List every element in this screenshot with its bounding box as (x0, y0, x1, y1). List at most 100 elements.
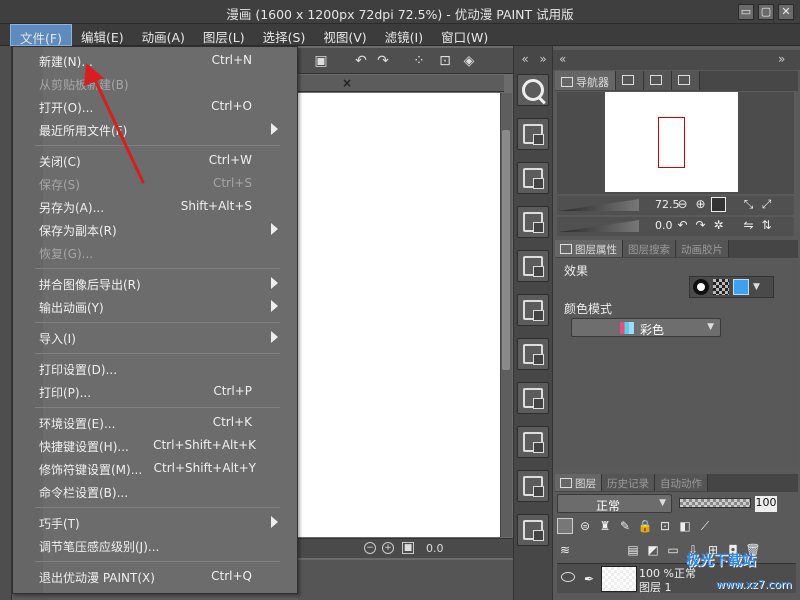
clip-icon[interactable]: ⊜ (577, 518, 593, 534)
menu-item-exit[interactable]: 退出优动漫 PAINT(X) Ctrl+Q (39, 566, 284, 588)
tab-info[interactable] (672, 71, 700, 90)
menu-item-save-copy[interactable]: 保存为副本(R) (39, 219, 284, 241)
collapse-right-icon[interactable]: » (534, 52, 552, 66)
rotate-right-icon[interactable]: ↷ (693, 218, 708, 233)
collapse-left-icon[interactable]: « (516, 52, 534, 66)
tab-auto-action[interactable]: 自动动作 (655, 474, 708, 491)
menu-item-smart-hand[interactable]: 巧手(T) (39, 512, 284, 534)
material-button-5[interactable] (517, 294, 549, 326)
new-raster-layer-icon[interactable]: ▤ (625, 542, 641, 558)
menu-file[interactable]: 文件(F) (10, 24, 72, 46)
tab-history[interactable]: 历史记录 (602, 474, 655, 491)
blend-mode-select[interactable]: 正常 ▼ (557, 494, 672, 513)
actual-size-icon[interactable] (711, 197, 726, 212)
tab-search[interactable] (644, 71, 672, 90)
collapse-right-icon[interactable]: » (778, 52, 785, 66)
tab-layer[interactable]: 图层 (555, 474, 602, 491)
zoom-slider[interactable] (559, 199, 639, 211)
menu-item-shortcut-settings[interactable]: 快捷键设置(H)... Ctrl+Shift+Alt+K (39, 435, 284, 457)
mask-icon[interactable]: ◧ (677, 518, 693, 534)
layer-color-icon[interactable] (733, 279, 749, 295)
material-button-8[interactable] (517, 426, 549, 458)
material-button-10[interactable] (517, 514, 549, 546)
menu-item-print-settings[interactable]: 打印设置(D)... (39, 358, 284, 380)
visibility-eye-icon[interactable] (561, 572, 575, 582)
border-effect-icon[interactable] (693, 279, 709, 295)
material-button-4[interactable] (517, 250, 549, 282)
lock-alpha-icon[interactable]: ⊡ (657, 518, 673, 534)
menu-item-print[interactable]: 打印(P)... Ctrl+P (39, 381, 284, 403)
menu-window[interactable]: 窗口(W) (432, 24, 497, 46)
navigator-viewport-frame[interactable] (658, 117, 685, 168)
menu-item-command-bar-settings[interactable]: 命令栏设置(B)... (39, 481, 284, 503)
tab-close-icon[interactable]: × (342, 76, 352, 90)
draft-icon[interactable]: ✎ (617, 518, 633, 534)
menu-item-export-animation[interactable]: 输出动画(Y) (39, 296, 284, 318)
material-button-7[interactable] (517, 382, 549, 414)
zoom-in-icon[interactable]: + (382, 542, 394, 554)
menu-filter[interactable]: 滤镜(I) (376, 24, 432, 46)
transform-icon[interactable]: ⁘ (410, 52, 428, 70)
menu-edit[interactable]: 编辑(E) (72, 24, 133, 46)
opacity-slider[interactable] (679, 498, 751, 508)
ruler-icon[interactable]: ⟋ (697, 518, 713, 534)
chevron-down-icon[interactable]: ▼ (753, 282, 760, 292)
color-mode-select[interactable]: 彩色 ▼ (571, 318, 721, 337)
menu-item-preferences[interactable]: 环境设置(E)... Ctrl+K (39, 412, 284, 434)
new-vector-layer-icon[interactable]: ◩ (645, 542, 661, 558)
layer-color-icon[interactable] (557, 518, 573, 534)
reset-rotation-icon[interactable]: ✲ (711, 218, 726, 233)
material-button-2[interactable] (517, 162, 549, 194)
menu-item-new-from-clipboard[interactable]: 从剪贴板新建(B) (39, 73, 284, 95)
fit-canvas-icon[interactable]: ⤢ (759, 197, 774, 212)
fit-icon[interactable]: ■ (402, 542, 414, 554)
layer-stack-icon[interactable]: ≋ (557, 542, 573, 558)
opacity-value[interactable]: 100 (755, 496, 777, 512)
menu-item-save[interactable]: 保存(S) Ctrl+S (39, 173, 284, 195)
menu-select[interactable]: 选择(S) (254, 24, 315, 46)
fit-window-icon[interactable]: ⤡ (741, 197, 756, 212)
tab-animation-cels[interactable]: 动画胶片 (676, 240, 729, 257)
material-button-9[interactable] (517, 470, 549, 502)
material-button-3[interactable] (517, 206, 549, 238)
rotate-left-icon[interactable]: ↶ (675, 218, 690, 233)
menu-item-pen-pressure[interactable]: 调节笔压感应级别(J)... (39, 535, 284, 557)
menu-item-recent-files[interactable]: 最近所用文件(F) (39, 119, 284, 141)
menu-layer[interactable]: 图层(L) (194, 24, 254, 46)
canvas-paper[interactable] (298, 93, 500, 537)
fill-icon[interactable]: ◈ (460, 52, 478, 70)
tab-layer-property[interactable]: 图层属性 (555, 240, 623, 257)
deselect-icon[interactable]: ⊡ (436, 52, 454, 70)
menu-item-open[interactable]: 打开(O)... Ctrl+O (39, 96, 284, 118)
menu-animation[interactable]: 动画(A) (133, 24, 194, 46)
menu-item-modifier-settings[interactable]: 修饰符键设置(M)... Ctrl+Shift+Alt+Y (39, 458, 284, 480)
zoom-in-icon[interactable]: ⊕ (693, 197, 708, 212)
material-button-6[interactable] (517, 338, 549, 370)
redo-icon[interactable]: ↷ (374, 52, 392, 70)
menu-item-new[interactable]: 新建(N)... Ctrl+N (39, 50, 284, 72)
zoom-out-icon[interactable]: − (364, 542, 376, 554)
flip-vertical-icon[interactable]: ⇅ (759, 218, 774, 233)
menu-item-save-as[interactable]: 另存为(A)... Shift+Alt+S (39, 196, 284, 218)
tab-sub-view[interactable] (616, 71, 644, 90)
lock-icon[interactable]: 🔒 (637, 518, 653, 534)
tab-layer-search[interactable]: 图层搜索 (623, 240, 676, 257)
new-folder-icon[interactable]: ▭ (665, 542, 681, 558)
menu-item-close[interactable]: 关闭(C) Ctrl+W (39, 150, 284, 172)
quick-access-button[interactable] (517, 74, 549, 106)
zoom-out-icon[interactable]: ⊖ (675, 197, 690, 212)
close-button[interactable]: ✕ (778, 4, 794, 20)
flip-horizontal-icon[interactable]: ⇋ (741, 218, 756, 233)
reference-icon[interactable]: ♜ (597, 518, 613, 534)
material-button-1[interactable] (517, 118, 549, 150)
menu-item-export-flattened[interactable]: 拼合图像后导出(R) (39, 273, 284, 295)
tone-effect-icon[interactable] (713, 279, 729, 295)
menu-item-revert[interactable]: 恢复(G)... (39, 242, 284, 264)
rotate-slider[interactable] (559, 220, 639, 232)
document-tab[interactable] (298, 75, 504, 92)
undo-icon[interactable]: ↶ (352, 52, 370, 70)
collapse-left-icon[interactable]: « (559, 52, 566, 66)
menu-item-import[interactable]: 导入(I) (39, 327, 284, 349)
save-icon[interactable]: ▣ (312, 52, 330, 70)
minimize-button[interactable]: ▭ (738, 4, 754, 20)
